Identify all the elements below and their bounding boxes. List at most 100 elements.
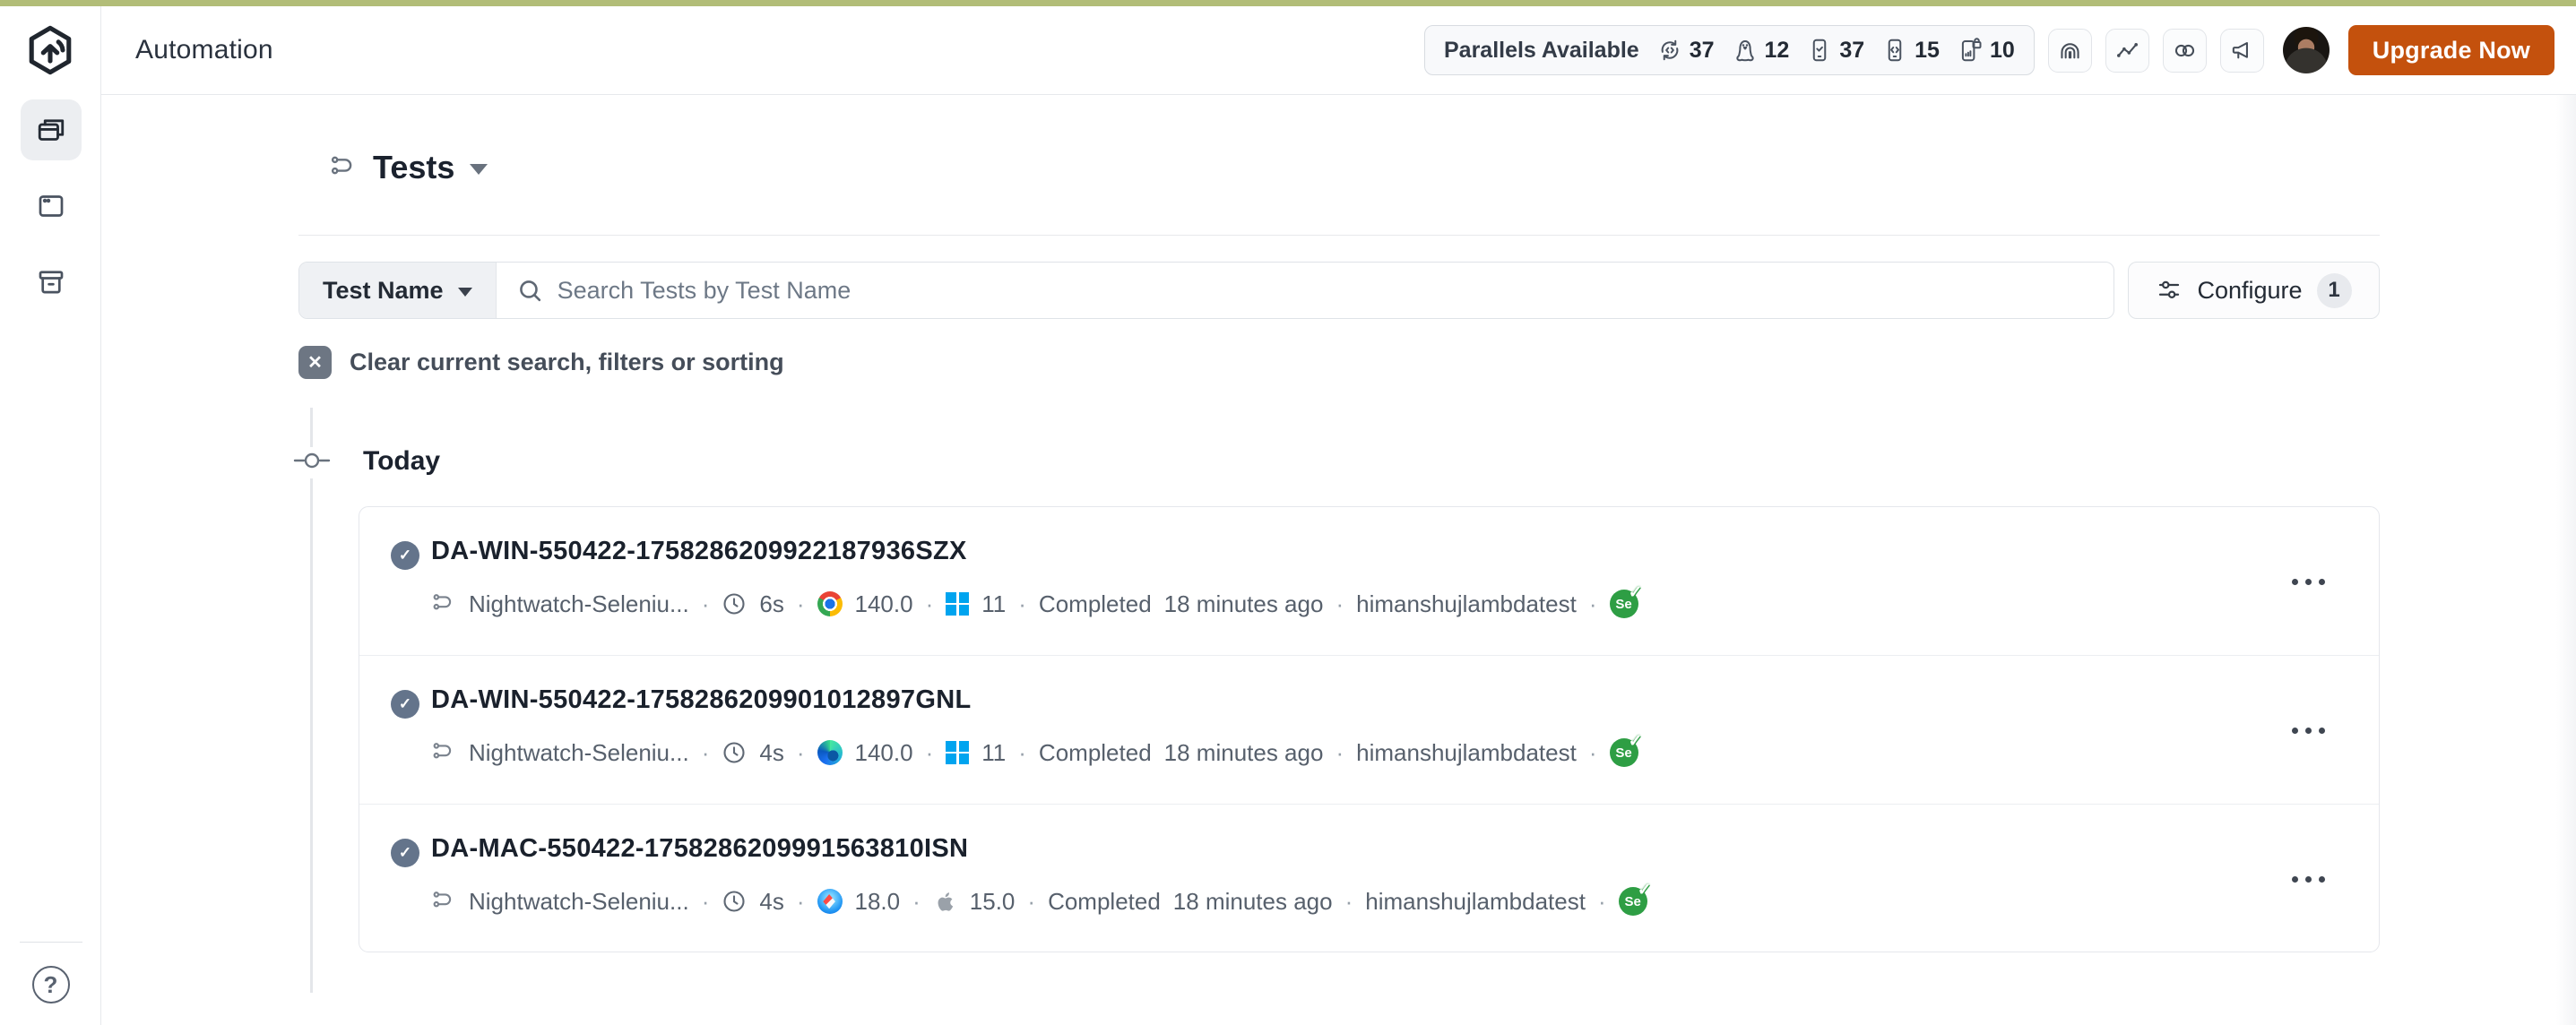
sidebar-item-browser[interactable] — [21, 176, 82, 237]
dot-separator: · — [797, 888, 805, 916]
insights-button[interactable] — [2048, 29, 2092, 73]
username: himanshujlambdatest — [1356, 739, 1577, 767]
row-actions-menu-button[interactable] — [2281, 568, 2336, 596]
test-row[interactable]: ✓ DA-WIN-550422-1758286209922187936SZX N… — [359, 507, 2379, 656]
fingerprint-icon — [2057, 38, 2083, 64]
chrome-icon — [817, 591, 843, 616]
search-field-dropdown[interactable]: Test Name — [299, 263, 497, 318]
timeline-line — [310, 408, 313, 447]
selenium-badge-icon: Se✓ — [1619, 887, 1647, 916]
upgrade-now-button[interactable]: Upgrade Now — [2348, 25, 2554, 75]
test-meta: Nightwatch-Seleniu... · 4s · 140.0 · 11 … — [431, 738, 1638, 767]
dot-separator: · — [702, 590, 710, 618]
filter-bar: Test Name Configure 1 — [298, 262, 2380, 319]
check-icon: ✓ — [399, 547, 411, 564]
finished-ago: 18 minutes ago — [1164, 590, 1324, 618]
sidebar: ? — [0, 6, 101, 1025]
sidebar-item-archive[interactable] — [21, 252, 82, 313]
date-group-label: Today — [363, 446, 440, 477]
analytics-button[interactable] — [2105, 29, 2149, 73]
check-icon: ✓ — [1629, 731, 1643, 752]
dot-separator: · — [912, 888, 921, 916]
scrollbar[interactable] — [2556, 95, 2576, 1025]
clear-filters-row: ✕ Clear current search, filters or sorti… — [298, 346, 784, 379]
test-name-link[interactable]: DA-MAC-550422-1758286209991563810ISN — [431, 834, 968, 864]
user-avatar[interactable] — [2283, 27, 2330, 73]
duration: 4s — [759, 888, 783, 916]
page-heading: Tests — [373, 149, 454, 186]
test-list-card: ✓ DA-WIN-550422-1758286209922187936SZX N… — [359, 506, 2380, 952]
suite-name[interactable]: Nightwatch-Seleniu... — [469, 888, 689, 916]
parallels-web-count: 37 — [1690, 38, 1715, 64]
dot-separator: · — [702, 888, 710, 916]
configure-count-badge: 1 — [2317, 273, 2352, 308]
archive-icon — [35, 266, 67, 298]
dot-separator: · — [926, 590, 934, 618]
suite-name[interactable]: Nightwatch-Seleniu... — [469, 739, 689, 767]
parallels-label: Parallels Available — [1444, 38, 1639, 64]
check-icon: ✓ — [399, 844, 411, 862]
parallels-available-pill[interactable]: Parallels Available 37 12 — [1424, 25, 2035, 75]
selenium-badge-icon: Se✓ — [1610, 738, 1638, 767]
duration-icon — [722, 591, 747, 616]
header: Automation Parallels Available 37 12 — [101, 6, 2576, 95]
mobile-automation-icon — [1881, 37, 1908, 64]
edge-icon — [817, 740, 843, 765]
test-row[interactable]: ✓ DA-WIN-550422-1758286209901012897GNL N… — [359, 656, 2379, 805]
selenium-badge-icon: Se✓ — [1610, 590, 1638, 618]
test-name-link[interactable]: DA-WIN-550422-1758286209922187936SZX — [431, 537, 967, 566]
mobile-app-icon — [1806, 37, 1833, 64]
dot-separator: · — [1027, 888, 1035, 916]
timeline-line — [310, 478, 313, 993]
link-icon — [2172, 38, 2198, 64]
parallels-linux: 12 — [1732, 37, 1790, 64]
dot-separator: · — [1589, 590, 1597, 618]
finished-ago: 18 minutes ago — [1164, 739, 1324, 767]
status-text: Completed — [1048, 888, 1161, 916]
integrations-button[interactable] — [2163, 29, 2207, 73]
test-row[interactable]: ✓ DA-MAC-550422-1758286209991563810ISN N… — [359, 805, 2379, 952]
configure-label: Configure — [2197, 277, 2302, 305]
dot-separator: · — [1345, 888, 1353, 916]
windows-icon — [946, 741, 969, 764]
test-name-link[interactable]: DA-WIN-550422-1758286209901012897GNL — [431, 685, 971, 715]
sidebar-divider — [20, 942, 82, 943]
linux-icon — [1732, 37, 1759, 64]
timeline-node-icon — [293, 450, 331, 471]
dot-separator: · — [1589, 739, 1597, 767]
suite-icon — [431, 591, 456, 616]
username: himanshujlambdatest — [1365, 888, 1586, 916]
browser-window-icon — [35, 190, 67, 222]
suite-name[interactable]: Nightwatch-Seleniu... — [469, 590, 689, 618]
parallels-mobile-automation-count: 15 — [1915, 38, 1940, 64]
search-input[interactable] — [558, 277, 2094, 305]
dot-separator: · — [1598, 888, 1606, 916]
clear-filters-label[interactable]: Clear current search, filters or sorting — [350, 349, 784, 376]
sessions-icon — [35, 114, 67, 146]
test-meta: Nightwatch-Seleniu... · 4s · 18.0 · 15.0… — [431, 887, 1647, 916]
web-parallel-icon — [1656, 37, 1683, 64]
megaphone-icon — [2229, 38, 2255, 64]
search-icon — [516, 277, 544, 305]
whats-new-button[interactable] — [2220, 29, 2264, 73]
clear-filters-button[interactable]: ✕ — [298, 346, 332, 379]
dot-separator: · — [1018, 739, 1026, 767]
os-version: 15.0 — [970, 888, 1016, 916]
trend-chart-icon — [2114, 38, 2140, 64]
tests-heading-dropdown[interactable]: Tests — [329, 149, 488, 186]
duration: 6s — [759, 590, 783, 618]
row-actions-menu-button[interactable] — [2281, 866, 2336, 893]
os-version: 11 — [981, 739, 1006, 767]
configure-button[interactable]: Configure 1 — [2128, 262, 2380, 319]
check-icon: ✓ — [1638, 880, 1652, 900]
row-actions-menu-button[interactable] — [2281, 717, 2336, 745]
search-box — [497, 263, 2114, 318]
status-completed-icon: ✓ — [391, 541, 419, 570]
sidebar-item-test-sessions[interactable] — [21, 99, 82, 160]
dot-separator: · — [797, 739, 805, 767]
lambdatest-logo-icon[interactable] — [24, 24, 76, 76]
parallels-linux-count: 12 — [1765, 38, 1790, 64]
help-glyph: ? — [44, 971, 58, 999]
help-icon[interactable]: ? — [32, 966, 70, 1003]
suite-icon — [431, 740, 456, 765]
